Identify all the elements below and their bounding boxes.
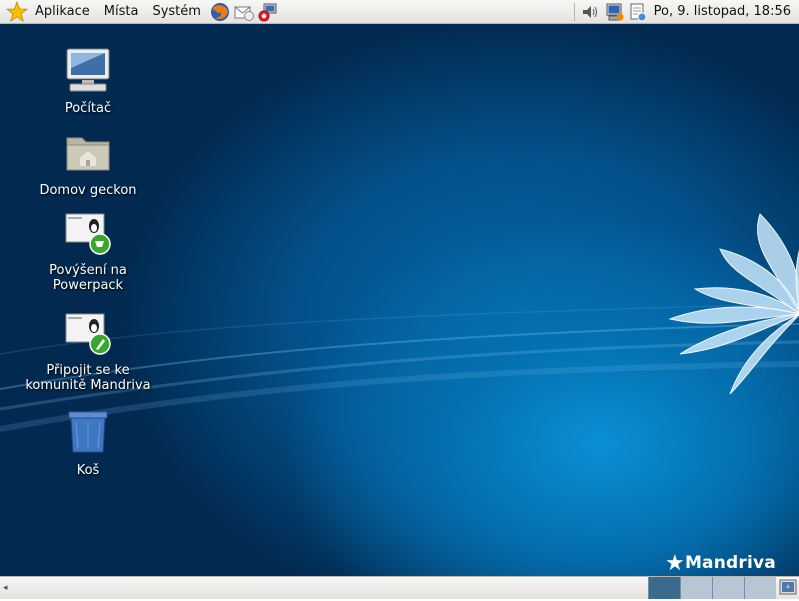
menu-system[interactable]: Systém [145, 1, 207, 23]
clock[interactable]: Po, 9. listopad, 18:56 [650, 4, 799, 19]
desktop-icon-powerpack[interactable]: Povýšení na Powerpack [13, 208, 163, 293]
desktop[interactable]: Počítač Domov geckon Povýšení na Powerpa… [0, 24, 799, 576]
firefox-icon[interactable] [210, 2, 230, 22]
home-folder-icon [66, 137, 110, 171]
desktop-icon-community[interactable]: Připojit se ke komunitě Mandriva [13, 308, 163, 393]
community-join-icon [65, 313, 111, 355]
desktop-icon-label: Počítač [64, 101, 112, 116]
desktop-icon-trash[interactable]: Koš [13, 408, 163, 478]
updates-icon[interactable] [628, 2, 648, 22]
panel-handle-icon[interactable]: ◂ [3, 583, 8, 593]
volume-icon[interactable] [580, 2, 600, 22]
mail-icon[interactable] [234, 2, 254, 22]
show-desktop-icon[interactable] [779, 578, 797, 597]
workspace-2[interactable] [680, 577, 712, 599]
panel-separator [573, 2, 575, 21]
mandriva-star-icon[interactable] [6, 0, 28, 23]
menu-places[interactable]: Místa [97, 1, 146, 23]
bottom-panel: ◂ [0, 576, 799, 599]
network-status-icon[interactable] [604, 2, 624, 22]
desktop-icon-computer[interactable]: Počítač [13, 46, 163, 116]
network-icon[interactable] [258, 2, 278, 22]
desktop-icon-label: Koš [76, 463, 100, 478]
mandriva-star-icon: ★ [665, 551, 685, 576]
workspace-1[interactable] [648, 577, 680, 599]
top-panel: Aplikace Místa Systém Po, 9. listopad, 1… [0, 0, 799, 24]
menu-applications[interactable]: Aplikace [28, 1, 97, 23]
trash-icon [68, 411, 108, 453]
mandriva-flower-icon [668, 213, 799, 395]
desktop-icon-label: Připojit se ke komunitě Mandriva [25, 363, 151, 393]
computer-icon [66, 48, 110, 92]
desktop-icon-home[interactable]: Domov geckon [13, 128, 163, 198]
powerpack-upgrade-icon [65, 213, 111, 255]
desktop-icon-label: Povýšení na Powerpack [49, 263, 127, 293]
workspace-4[interactable] [744, 577, 776, 599]
desktop-icon-label: Domov geckon [39, 183, 137, 198]
workspace-3[interactable] [712, 577, 744, 599]
mandriva-logo: ★Mandriva [665, 551, 776, 576]
